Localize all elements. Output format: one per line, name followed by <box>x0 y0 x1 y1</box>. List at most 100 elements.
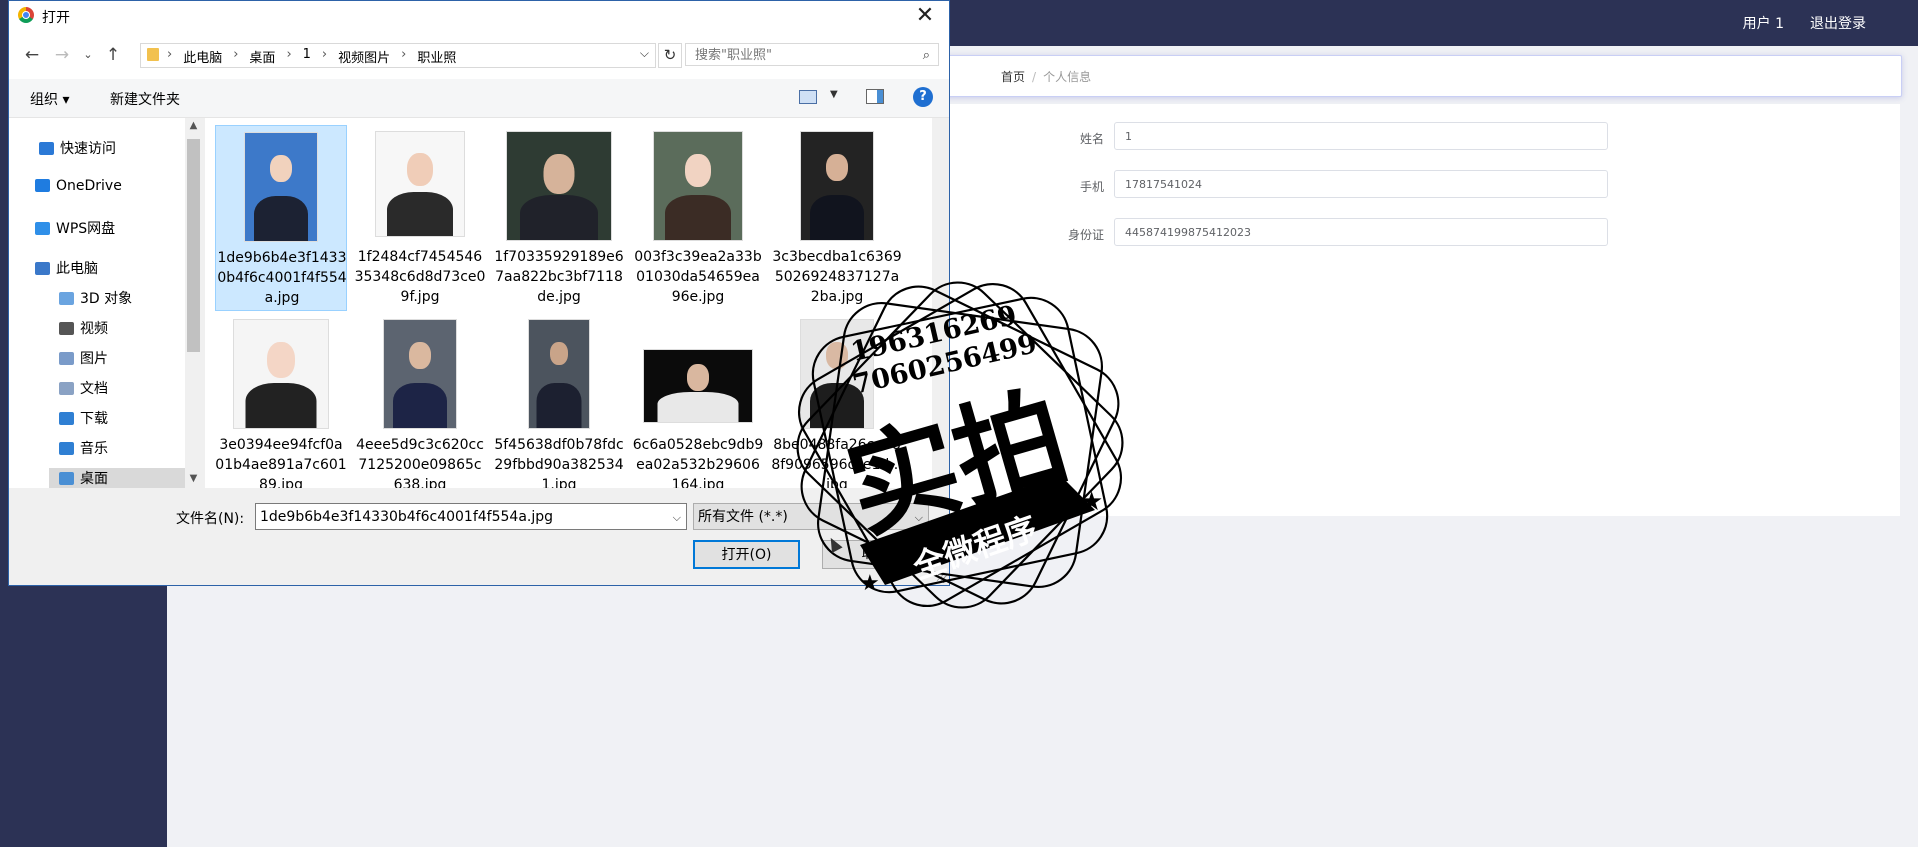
name-field[interactable]: 1 <box>1114 122 1608 150</box>
idcard-label: 身份证 <box>1067 228 1104 242</box>
star-icon: ★ <box>860 571 880 596</box>
nav-item[interactable]: 音乐 <box>59 438 108 458</box>
back-arrow-icon[interactable]: ← <box>21 45 43 65</box>
filename-field[interactable]: 1de9b6b4e3f14330b4f6c4001f4f554a.jpg ⌵ <box>255 503 687 530</box>
scroll-down-icon[interactable]: ▼ <box>185 473 202 484</box>
view-mode-icon[interactable] <box>799 90 817 104</box>
path-segment[interactable]: 此电脑 <box>180 47 225 66</box>
dialog-titlebar[interactable]: 打开 ✕ <box>9 1 949 31</box>
chevron-down-icon[interactable]: ⌵ <box>673 504 681 531</box>
nav-item-label: 视频 <box>80 321 108 337</box>
recent-locations-chevron-icon[interactable]: ⌄ <box>77 48 99 61</box>
photo-thumbnail <box>233 319 329 429</box>
organize-button[interactable]: 组织 ▾ <box>30 89 69 109</box>
file-item[interactable]: 1f2484cf745454635348c6d8d73ce09f.jpg <box>354 125 486 311</box>
dialog-toolbar: 组织 ▾ 新建文件夹 ▼ ? <box>9 79 949 118</box>
breadcrumb-home[interactable]: 首页 <box>1001 70 1025 84</box>
nav-item[interactable]: 文档 <box>59 378 108 398</box>
file-name: 5f45638df0b78fdc29fbbd90a3825341.jpg <box>494 437 624 488</box>
forward-arrow-icon[interactable]: → <box>51 45 73 65</box>
star-icon: ★ <box>1080 487 1103 517</box>
nav-item[interactable]: 桌面 <box>49 468 189 488</box>
computer-icon <box>35 262 50 275</box>
nav-item-label: 文档 <box>80 381 108 397</box>
breadcrumb: 首页 / 个人信息 <box>1001 68 1091 85</box>
logout-link[interactable]: 退出登录 <box>1810 13 1866 33</box>
nav-item[interactable]: 快速访问 <box>39 138 116 158</box>
file-name: 1f2484cf745454635348c6d8d73ce09f.jpg <box>354 249 486 305</box>
nav-item-label: 音乐 <box>80 441 108 457</box>
navigation-bar: ← → ⌄ ↑ › 此电脑 › 桌面 › 1 › 视频图片 › 职业照 ⌵ ↻ … <box>9 31 949 79</box>
help-icon[interactable]: ? <box>913 87 933 107</box>
nav-scrollbar[interactable]: ▲ ▼ <box>185 118 202 488</box>
photo-thumbnail <box>375 131 465 237</box>
cloud-icon <box>35 179 50 192</box>
nav-item-label: 图片 <box>80 351 108 367</box>
file-name: 1f70335929189e67aa822bc3bf7118de.jpg <box>494 249 624 305</box>
breadcrumb-current: 个人信息 <box>1043 70 1092 84</box>
file-name: 4eee5d9c3c620cc7125200e09865c638.jpg <box>356 437 484 488</box>
address-bar[interactable]: › 此电脑 › 桌面 › 1 › 视频图片 › 职业照 ⌵ <box>140 43 656 68</box>
scrollbar-thumb[interactable] <box>187 139 200 352</box>
nav-item[interactable]: 图片 <box>59 348 108 368</box>
refresh-icon[interactable]: ↻ <box>658 43 682 68</box>
nav-item-label: 快速访问 <box>60 141 116 157</box>
path-segment[interactable]: 桌面 <box>246 47 278 66</box>
file-item[interactable]: 3e0394ee94fcf0a01b4ae891a7c60189.jpg <box>215 313 347 488</box>
new-folder-button[interactable]: 新建文件夹 <box>110 89 180 109</box>
watermark-stamp: 196316269 7060256499 实拍 全微程序 ★ ★ <box>796 281 1124 609</box>
preview-pane-icon[interactable] <box>866 89 884 104</box>
form-row-name: 姓名 1 <box>942 122 1900 152</box>
path-segment[interactable]: 职业照 <box>414 47 459 66</box>
photo-thumbnail <box>506 131 612 241</box>
search-input[interactable]: 搜索"职业照" ⌕ <box>685 43 939 66</box>
file-item[interactable]: 6c6a0528ebc9db9ea02a532b29606164.jpg <box>632 313 764 488</box>
folder-3d-icon <box>59 292 74 305</box>
nav-item[interactable]: OneDrive <box>35 178 122 194</box>
user-area: 用户 1 退出登录 <box>1743 13 1866 33</box>
photo-thumbnail <box>643 349 753 423</box>
scroll-up-icon[interactable]: ▲ <box>185 120 202 131</box>
name-label: 姓名 <box>1079 132 1104 146</box>
filename-label: 文件名(N): <box>176 511 245 527</box>
nav-item[interactable]: 下载 <box>59 408 108 428</box>
chevron-down-icon[interactable]: ⌵ <box>640 46 649 61</box>
phone-field[interactable]: 17817541024 <box>1114 170 1608 198</box>
chrome-icon <box>18 7 34 23</box>
search-icon: ⌕ <box>922 48 930 63</box>
photo-thumbnail <box>653 131 743 241</box>
file-item[interactable]: 003f3c39ea2a33b01030da54659ea96e.jpg <box>632 125 764 311</box>
file-item[interactable]: 5f45638df0b78fdc29fbbd90a3825341.jpg <box>493 313 625 488</box>
user-name[interactable]: 用户 1 <box>1743 13 1784 33</box>
form-row-idcard: 身份证 445874199875412023 <box>942 218 1900 248</box>
nav-item-label: 桌面 <box>80 471 108 487</box>
photo-thumbnail <box>383 319 457 429</box>
breadcrumb-bar: 首页 / 个人信息 <box>942 55 1902 97</box>
navigation-pane: 快速访问 OneDrive WPS网盘此电脑 3D 对象视频图片文档下载音乐桌面 ▲ … <box>9 118 202 488</box>
file-item[interactable]: 1de9b6b4e3f14330b4f6c4001f4f554a.jpg <box>215 125 347 311</box>
view-chevron-icon[interactable]: ▼ <box>830 89 838 100</box>
path-segment[interactable]: 视频图片 <box>335 47 393 66</box>
folder-icon <box>147 48 159 61</box>
pictures-folder-icon <box>59 352 74 365</box>
dialog-title: 打开 <box>42 10 70 26</box>
file-name: 1de9b6b4e3f14330b4f6c4001f4f554a.jpg <box>217 250 347 306</box>
file-item[interactable]: 4eee5d9c3c620cc7125200e09865c638.jpg <box>354 313 486 488</box>
path-segment[interactable]: 1 <box>300 47 314 66</box>
idcard-field[interactable]: 445874199875412023 <box>1114 218 1608 246</box>
file-item[interactable]: 1f70335929189e67aa822bc3bf7118de.jpg <box>493 125 625 311</box>
up-arrow-icon[interactable]: ↑ <box>102 45 124 65</box>
phone-label: 手机 <box>1079 180 1104 194</box>
close-icon[interactable]: ✕ <box>911 3 939 28</box>
nav-item[interactable]: WPS网盘 <box>35 218 115 238</box>
search-placeholder: 搜索"职业照" <box>695 48 772 63</box>
nav-item[interactable]: 3D 对象 <box>59 288 132 308</box>
photo-thumbnail <box>244 132 318 242</box>
nav-item-label: 3D 对象 <box>80 291 133 307</box>
nav-item[interactable]: 此电脑 <box>35 258 98 278</box>
nav-item-label: OneDrive <box>56 178 122 194</box>
nav-item[interactable]: 视频 <box>59 318 108 338</box>
video-folder-icon <box>59 322 74 335</box>
nav-item-label: WPS网盘 <box>56 221 116 237</box>
music-folder-icon <box>59 442 74 455</box>
